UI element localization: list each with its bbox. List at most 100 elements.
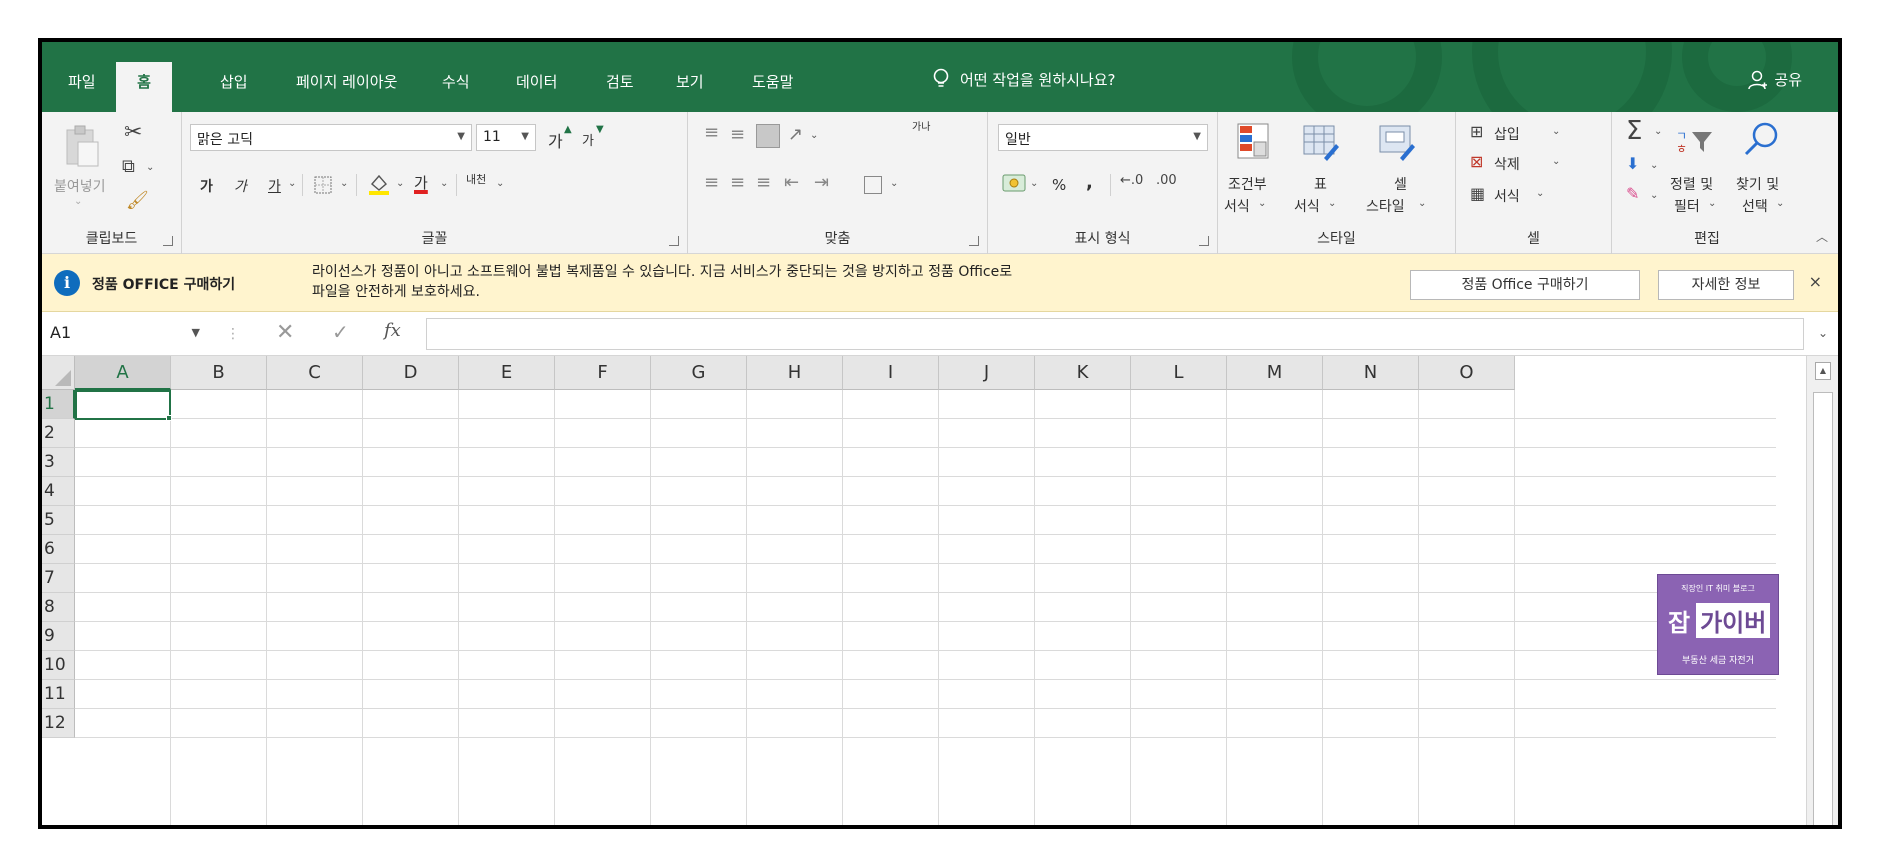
paste-button[interactable]: 붙여넣기 xyxy=(54,176,106,196)
row-header-4[interactable]: 4 xyxy=(42,477,75,506)
format-cells-button[interactable]: 서식 xyxy=(1494,186,1520,206)
column-header-e[interactable]: E xyxy=(459,356,555,390)
merge-dropdown[interactable]: ⌄ xyxy=(890,178,898,189)
align-right-icon[interactable]: ≡ xyxy=(756,174,771,192)
column-header-h[interactable]: H xyxy=(747,356,843,390)
row-header-8[interactable]: 8 xyxy=(42,593,75,622)
cut-icon[interactable]: ✂ xyxy=(124,122,142,144)
more-info-button[interactable]: 자세한 정보 xyxy=(1658,270,1794,300)
format-cells-dropdown[interactable]: ⌄ xyxy=(1536,188,1544,199)
clipboard-launcher[interactable] xyxy=(163,236,173,246)
number-format-select[interactable]: 일반 ▼ xyxy=(998,124,1208,151)
search-icon[interactable] xyxy=(1742,120,1782,160)
currency-icon[interactable] xyxy=(1002,172,1026,194)
delete-cells-button[interactable]: 삭제 xyxy=(1494,154,1520,174)
format-painter-icon[interactable]: 🖌 xyxy=(126,192,149,210)
clear-dropdown[interactable]: ⌄ xyxy=(1650,190,1658,201)
format-cells-icon[interactable]: ▦ xyxy=(1470,186,1485,202)
column-header-a[interactable]: A xyxy=(75,356,171,390)
shrink-font-button[interactable]: 가 xyxy=(582,130,594,149)
tell-me-search[interactable]: 어떤 작업을 원하시나요? xyxy=(932,68,1116,90)
collapse-ribbon-icon[interactable]: ︿ xyxy=(1816,228,1828,245)
row-header-6[interactable]: 6 xyxy=(42,535,75,564)
column-header-b[interactable]: B xyxy=(171,356,267,390)
cell-styles-label-1[interactable]: 셀 xyxy=(1394,174,1407,194)
conditional-formatting-dropdown[interactable]: ⌄ xyxy=(1258,198,1266,209)
phonetic-button[interactable]: 내천 xyxy=(466,174,490,186)
row-header-2[interactable]: 2 xyxy=(42,419,75,448)
row-header-12[interactable]: 12 xyxy=(42,709,75,738)
font-color-button[interactable]: 가 xyxy=(414,172,428,193)
sort-filter-dropdown[interactable]: ⌄ xyxy=(1708,198,1716,209)
sort-filter-label-2[interactable]: 필터 xyxy=(1674,196,1700,216)
delete-cells-icon[interactable]: ⊠ xyxy=(1470,154,1483,170)
row-header-10[interactable]: 10 xyxy=(42,651,75,680)
cell-styles-icon[interactable] xyxy=(1378,122,1416,164)
row-header-7[interactable]: 7 xyxy=(42,564,75,593)
column-header-f[interactable]: F xyxy=(555,356,651,390)
fill-color-icon[interactable] xyxy=(368,172,390,196)
buy-office-button[interactable]: 정품 Office 구매하기 xyxy=(1410,270,1640,300)
font-name-select[interactable]: 맑은 고딕 ▼ xyxy=(190,124,472,151)
find-select-dropdown[interactable]: ⌄ xyxy=(1776,198,1784,209)
align-middle-icon[interactable]: ≡ xyxy=(730,126,745,144)
find-select-label-1[interactable]: 찾기 및 xyxy=(1736,174,1779,194)
conditional-formatting-label-1[interactable]: 조건부 xyxy=(1228,174,1267,194)
grow-font-button[interactable]: 가 xyxy=(548,128,563,152)
fill-dropdown[interactable]: ⌄ xyxy=(1650,160,1658,171)
font-color-dropdown[interactable]: ⌄ xyxy=(440,178,448,189)
insert-function-button[interactable]: fx xyxy=(384,320,401,341)
insert-cells-button[interactable]: 삽입 xyxy=(1494,124,1520,144)
tab-formulas[interactable]: 수식 xyxy=(442,71,470,92)
currency-dropdown[interactable]: ⌄ xyxy=(1030,178,1038,189)
conditional-formatting-label-2[interactable]: 서식 xyxy=(1224,196,1250,216)
column-header-d[interactable]: D xyxy=(363,356,459,390)
border-dropdown[interactable]: ⌄ xyxy=(340,178,348,189)
row-header-3[interactable]: 3 xyxy=(42,448,75,477)
cell-styles-dropdown[interactable]: ⌄ xyxy=(1418,198,1426,209)
wrap-text-button[interactable]: 가나 xyxy=(912,122,936,133)
clear-icon[interactable]: ✎ xyxy=(1626,186,1639,202)
tab-page-layout[interactable]: 페이지 레이아웃 xyxy=(296,71,397,92)
merge-center-icon[interactable] xyxy=(864,176,882,194)
expand-formula-bar-icon[interactable]: ⌄ xyxy=(1818,326,1828,340)
scroll-up-icon[interactable]: ▲ xyxy=(1815,362,1831,380)
format-as-table-label-2[interactable]: 서식 xyxy=(1294,196,1320,216)
column-header-m[interactable]: M xyxy=(1227,356,1323,390)
tab-file[interactable]: 파일 xyxy=(68,71,96,92)
select-all-button[interactable] xyxy=(42,356,75,390)
align-center-icon[interactable]: ≡ xyxy=(730,174,745,192)
column-header-l[interactable]: L xyxy=(1131,356,1227,390)
decrease-indent-icon[interactable]: ⇤ xyxy=(784,174,799,192)
tab-review[interactable]: 검토 xyxy=(606,71,634,92)
column-header-i[interactable]: I xyxy=(843,356,939,390)
row-header-11[interactable]: 11 xyxy=(42,680,75,709)
format-as-table-dropdown[interactable]: ⌄ xyxy=(1328,198,1336,209)
active-cell-a1[interactable] xyxy=(75,390,171,420)
format-as-table-label-1[interactable]: 표 xyxy=(1314,174,1327,194)
column-header-j[interactable]: J xyxy=(939,356,1035,390)
font-launcher[interactable] xyxy=(669,236,679,246)
column-header-n[interactable]: N xyxy=(1323,356,1419,390)
increase-indent-icon[interactable]: ⇥ xyxy=(814,174,829,192)
scrollbar-thumb[interactable] xyxy=(1813,392,1833,825)
fill-handle[interactable] xyxy=(166,415,172,421)
insert-cells-dropdown[interactable]: ⌄ xyxy=(1552,126,1560,137)
comma-button[interactable]: , xyxy=(1086,172,1093,193)
alignment-launcher[interactable] xyxy=(969,236,979,246)
paste-icon[interactable] xyxy=(64,124,100,168)
align-top-icon[interactable]: ≡ xyxy=(704,124,719,142)
align-left-icon[interactable]: ≡ xyxy=(704,174,719,192)
fill-icon[interactable]: ⬇ xyxy=(1626,156,1639,172)
row-header-9[interactable]: 9 xyxy=(42,622,75,651)
name-box[interactable]: A1 ▼ xyxy=(46,320,206,348)
cell-styles-label-2[interactable]: 스타일 xyxy=(1366,196,1405,216)
paste-dropdown[interactable]: ⌄ xyxy=(74,196,82,207)
cancel-icon[interactable]: ✕ xyxy=(276,320,294,345)
align-bottom-icon[interactable] xyxy=(756,124,780,148)
column-header-g[interactable]: G xyxy=(651,356,747,390)
tab-insert[interactable]: 삽입 xyxy=(220,71,248,92)
insert-cells-icon[interactable]: ⊞ xyxy=(1470,124,1483,140)
vertical-scrollbar[interactable]: ▲ xyxy=(1806,356,1838,825)
formula-input[interactable] xyxy=(426,318,1804,350)
